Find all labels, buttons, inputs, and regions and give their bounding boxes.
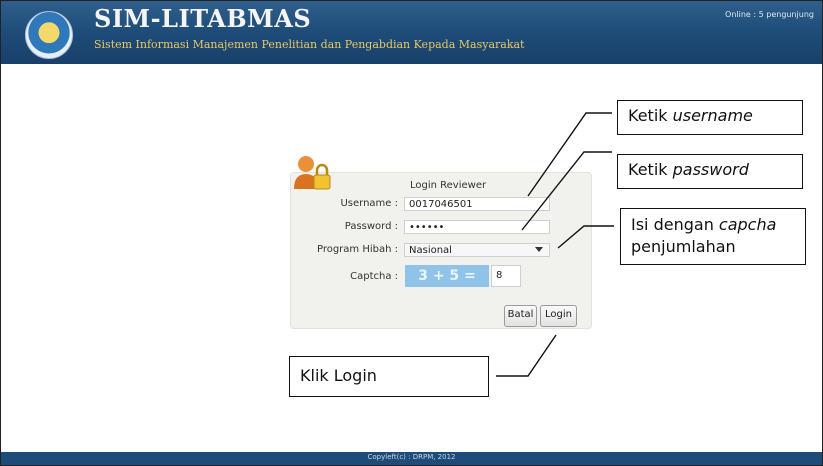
login-leader-line: [496, 334, 557, 377]
callout-username-prefix: Ketik: [628, 106, 673, 125]
callout-captcha: Isi dengan capcha penjumlahan: [620, 208, 806, 265]
callout-password: Ketik password: [617, 154, 803, 189]
callout-login: Klik Login: [289, 356, 489, 397]
callout-username-emphasis: username: [672, 106, 753, 125]
password-leader-line: [521, 151, 612, 231]
app-footer: Copyleft(c) : DRPM, 2012: [1, 452, 822, 465]
captcha-leader-line: [557, 225, 614, 249]
callout-captcha-emphasis: capcha: [718, 215, 777, 234]
callout-password-emphasis: password: [672, 160, 749, 179]
callout-captcha-prefix: Isi dengan: [631, 215, 719, 234]
callout-password-prefix: Ketik: [628, 160, 673, 179]
copyright-text: Copyleft(c) : DRPM, 2012: [367, 453, 456, 461]
username-leader-line: [527, 112, 612, 197]
callout-captcha-suffix: penjumlahan: [631, 237, 736, 256]
callout-username: Ketik username: [617, 100, 803, 135]
